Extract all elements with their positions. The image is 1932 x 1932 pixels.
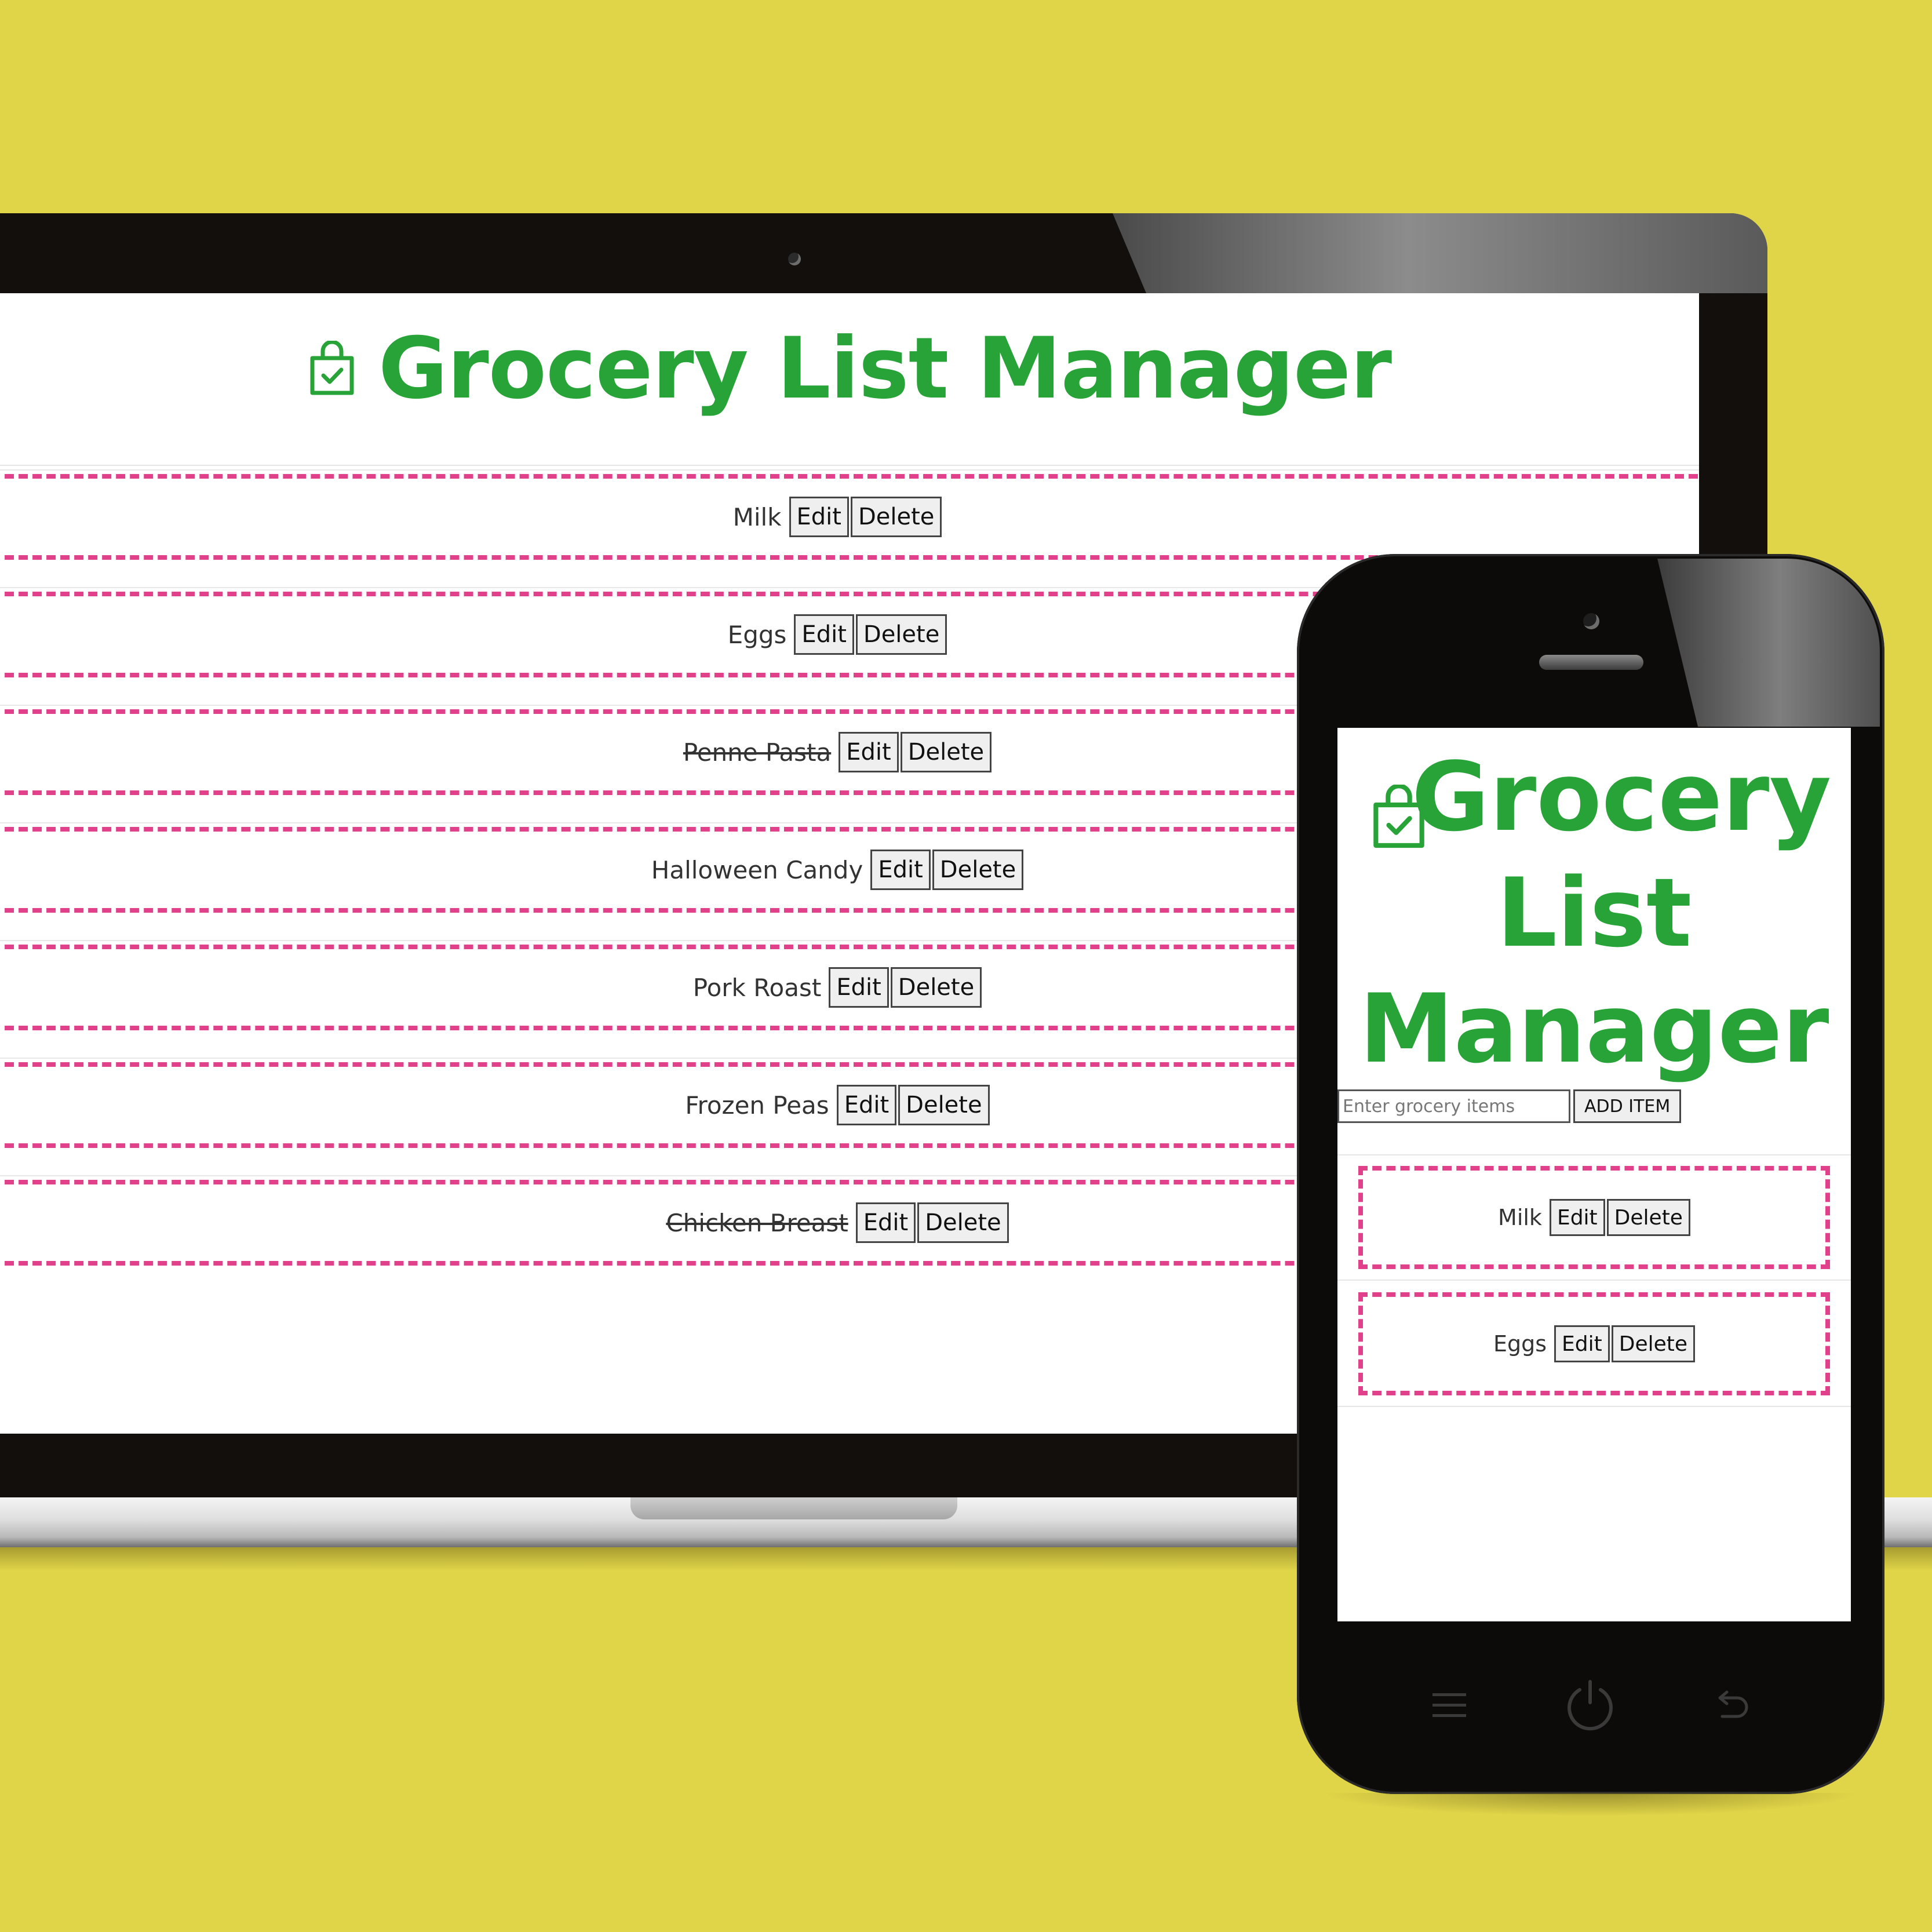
delete-button[interactable]: Delete [1606,1199,1690,1236]
delete-button[interactable]: Delete [855,614,947,655]
item-name[interactable]: Halloween Candy [651,856,863,884]
edit-button[interactable]: Edit [1549,1199,1605,1236]
edit-button[interactable]: Edit [1554,1325,1610,1362]
laptop-camera [788,253,801,265]
edit-button[interactable]: Edit [794,614,854,655]
list-item: Milk Edit Delete [1358,1166,1830,1269]
page-title-line-2: List [1496,858,1692,968]
item-name-completed[interactable]: Penne Pasta [683,738,831,767]
edit-button[interactable]: Edit [870,850,931,890]
delete-button[interactable]: Delete [890,967,982,1008]
delete-button[interactable]: Delete [917,1202,1009,1243]
list-item: Milk Edit Delete [0,474,1698,560]
add-item-button[interactable]: ADD ITEM [1573,1089,1682,1123]
edit-button[interactable]: Edit [829,967,889,1008]
item-name[interactable]: Milk [733,503,782,531]
page-title-line-1: Grocery [1411,742,1832,852]
row-divider [1337,1406,1851,1407]
menu-icon[interactable] [1431,1691,1467,1720]
desktop-header: Grocery List Manager [0,316,1699,421]
edit-button[interactable]: Edit [839,732,899,772]
phone-camera [1583,613,1599,629]
grocery-item-input[interactable] [1337,1089,1570,1123]
delete-button[interactable]: Delete [1611,1325,1696,1362]
page-title: Grocery List Manager [378,319,1392,418]
delete-button[interactable]: Delete [898,1085,990,1125]
item-name[interactable]: Frozen Peas [685,1091,829,1120]
item-name[interactable]: Eggs [728,621,787,649]
back-icon[interactable] [1714,1690,1750,1721]
power-icon[interactable] [1563,1678,1617,1731]
mobile-app-screen: Grocery List Manager ADD ITEM Milk Edit … [1337,728,1851,1621]
item-name[interactable]: Eggs [1493,1331,1547,1357]
page-title-line-3: Manager [1359,974,1829,1084]
header-divider [0,465,1699,466]
list-item: Eggs Edit Delete [1358,1292,1830,1395]
delete-button[interactable]: Delete [900,732,992,772]
delete-button[interactable]: Delete [932,850,1024,890]
item-name[interactable]: Pork Roast [693,974,822,1002]
item-name[interactable]: Milk [1498,1205,1542,1230]
row-divider [1337,1280,1851,1281]
edit-button[interactable]: Edit [836,1085,897,1125]
delete-button[interactable]: Delete [850,497,942,537]
edit-button[interactable]: Edit [855,1202,916,1243]
row-divider [1337,1154,1851,1155]
phone-speaker [1539,655,1643,670]
laptop-hinge-notch [630,1497,957,1519]
item-name-completed[interactable]: Chicken Breast [666,1209,848,1237]
laptop-bezel-glare [1113,213,1767,293]
mobile-header: Grocery List Manager [1337,739,1851,1084]
shopping-bag-check-icon [310,341,354,395]
phone-shadow [1321,1793,1860,1816]
edit-button[interactable]: Edit [789,497,849,537]
row-divider [0,469,1699,471]
